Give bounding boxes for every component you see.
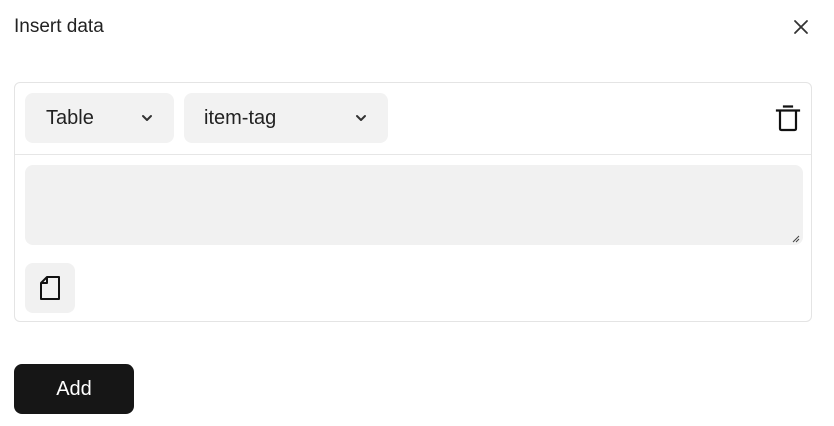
document-icon bbox=[40, 276, 60, 300]
chevron-down-icon bbox=[356, 115, 366, 121]
dialog-title: Insert data bbox=[14, 16, 104, 37]
chevron-down-icon bbox=[142, 115, 152, 121]
trash-icon bbox=[775, 105, 801, 132]
insert-data-dialog: Insert data Table item-tag Add bbox=[0, 0, 834, 426]
type-select-value: Table bbox=[46, 106, 94, 129]
resize-handle-icon[interactable] bbox=[790, 233, 800, 243]
target-select[interactable]: item-tag bbox=[184, 93, 388, 143]
data-input[interactable] bbox=[25, 165, 803, 245]
data-entry-card: Table item-tag bbox=[14, 82, 812, 322]
entry-header: Table item-tag bbox=[15, 83, 811, 155]
target-select-value: item-tag bbox=[204, 106, 277, 129]
type-select[interactable]: Table bbox=[25, 93, 174, 143]
document-button[interactable] bbox=[25, 263, 75, 313]
close-icon bbox=[794, 20, 808, 34]
delete-row-button[interactable] bbox=[773, 102, 803, 134]
close-button[interactable] bbox=[789, 15, 813, 39]
add-button[interactable]: Add bbox=[14, 364, 134, 414]
